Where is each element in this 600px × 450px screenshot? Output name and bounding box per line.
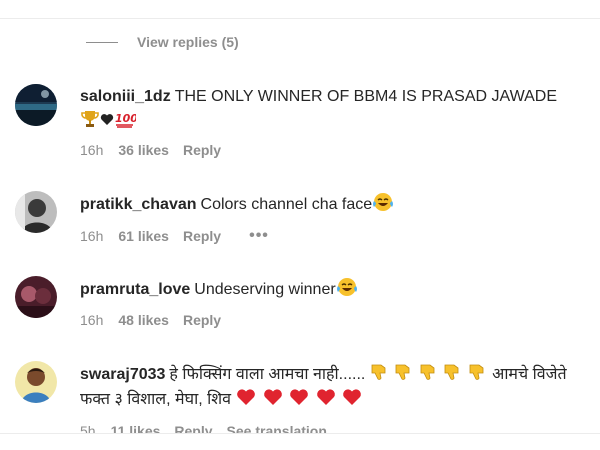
comment-text: Undeserving winner [194, 281, 336, 298]
comment-time: 16h [80, 228, 104, 244]
comment-text: THE ONLY WINNER OF BBM4 IS PRASAD JAWADE [174, 88, 557, 105]
comment-time: 16h [80, 312, 104, 328]
comment-username[interactable]: saloniii_1dz [80, 88, 171, 105]
comment-meta: 16h 36 likes Reply [80, 142, 221, 158]
top-divider [0, 18, 600, 19]
hundred-points-icon: 100 [114, 109, 136, 129]
reply-button[interactable]: Reply [183, 228, 221, 244]
comment-meta: 16h 61 likes Reply ••• [80, 227, 269, 245]
thumbs-down-icon [468, 362, 488, 382]
comment-time: 16h [80, 142, 104, 158]
view-replies-label: View replies (5) [137, 34, 239, 50]
comment-body: pramruta_love Undeserving winner [80, 277, 590, 302]
comment-likes[interactable]: 36 likes [118, 142, 169, 158]
view-replies-button[interactable]: View replies (5) [86, 34, 239, 50]
comment-body: saloniii_1dz THE ONLY WINNER OF BBM4 IS P… [80, 84, 590, 134]
thumbs-down-icon [370, 362, 390, 382]
reply-button[interactable]: Reply [174, 423, 212, 433]
bottom-divider [0, 433, 600, 434]
comment-body: pratikk_chavan Colors channel cha face [80, 192, 590, 217]
comment-text-part1: हे फिक्सिंग वाला आमचा नाही...... [169, 366, 366, 383]
avatar[interactable] [15, 361, 57, 403]
thumbs-down-icon [394, 362, 414, 382]
see-translation-button[interactable]: See translation [227, 423, 327, 433]
tears-of-joy-icon [336, 277, 358, 297]
avatar[interactable] [15, 84, 57, 126]
thumbs-down-icon [443, 362, 463, 382]
avatar[interactable] [15, 276, 57, 318]
comment-meta: 16h 48 likes Reply [80, 312, 221, 328]
comment-username[interactable]: pratikk_chavan [80, 196, 197, 213]
comment-likes[interactable]: 61 likes [118, 228, 169, 244]
more-options-icon[interactable]: ••• [249, 227, 269, 245]
comment-time: 5h [80, 423, 96, 433]
comment-likes[interactable]: 48 likes [118, 312, 169, 328]
black-heart-icon [100, 109, 114, 129]
red-heart-icon [288, 387, 310, 407]
red-heart-icon [315, 387, 337, 407]
comment-likes[interactable]: 11 likes [111, 423, 161, 433]
red-heart-icons [231, 389, 363, 408]
reply-button[interactable]: Reply [183, 312, 221, 328]
tears-of-joy-icon [372, 192, 394, 212]
svg-text:100: 100 [115, 112, 136, 125]
red-heart-icon [341, 387, 363, 407]
red-heart-icon [262, 387, 284, 407]
comment-username[interactable]: pramruta_love [80, 281, 190, 298]
red-heart-icon [235, 387, 257, 407]
thumbs-down-icon [419, 362, 439, 382]
reply-button[interactable]: Reply [183, 142, 221, 158]
trophy-icon [80, 109, 100, 129]
comment-username[interactable]: swaraj7033 [80, 366, 165, 383]
comment-meta: 5h 11 likes Reply See translation [80, 423, 327, 433]
comment-body: swaraj7033 हे फिक्सिंग वाला आमचा नाही....… [80, 362, 590, 412]
thumbs-down-icons [365, 364, 492, 383]
avatar[interactable] [15, 191, 57, 233]
comment-text: Colors channel cha face [200, 196, 373, 213]
replies-dash [86, 41, 118, 43]
